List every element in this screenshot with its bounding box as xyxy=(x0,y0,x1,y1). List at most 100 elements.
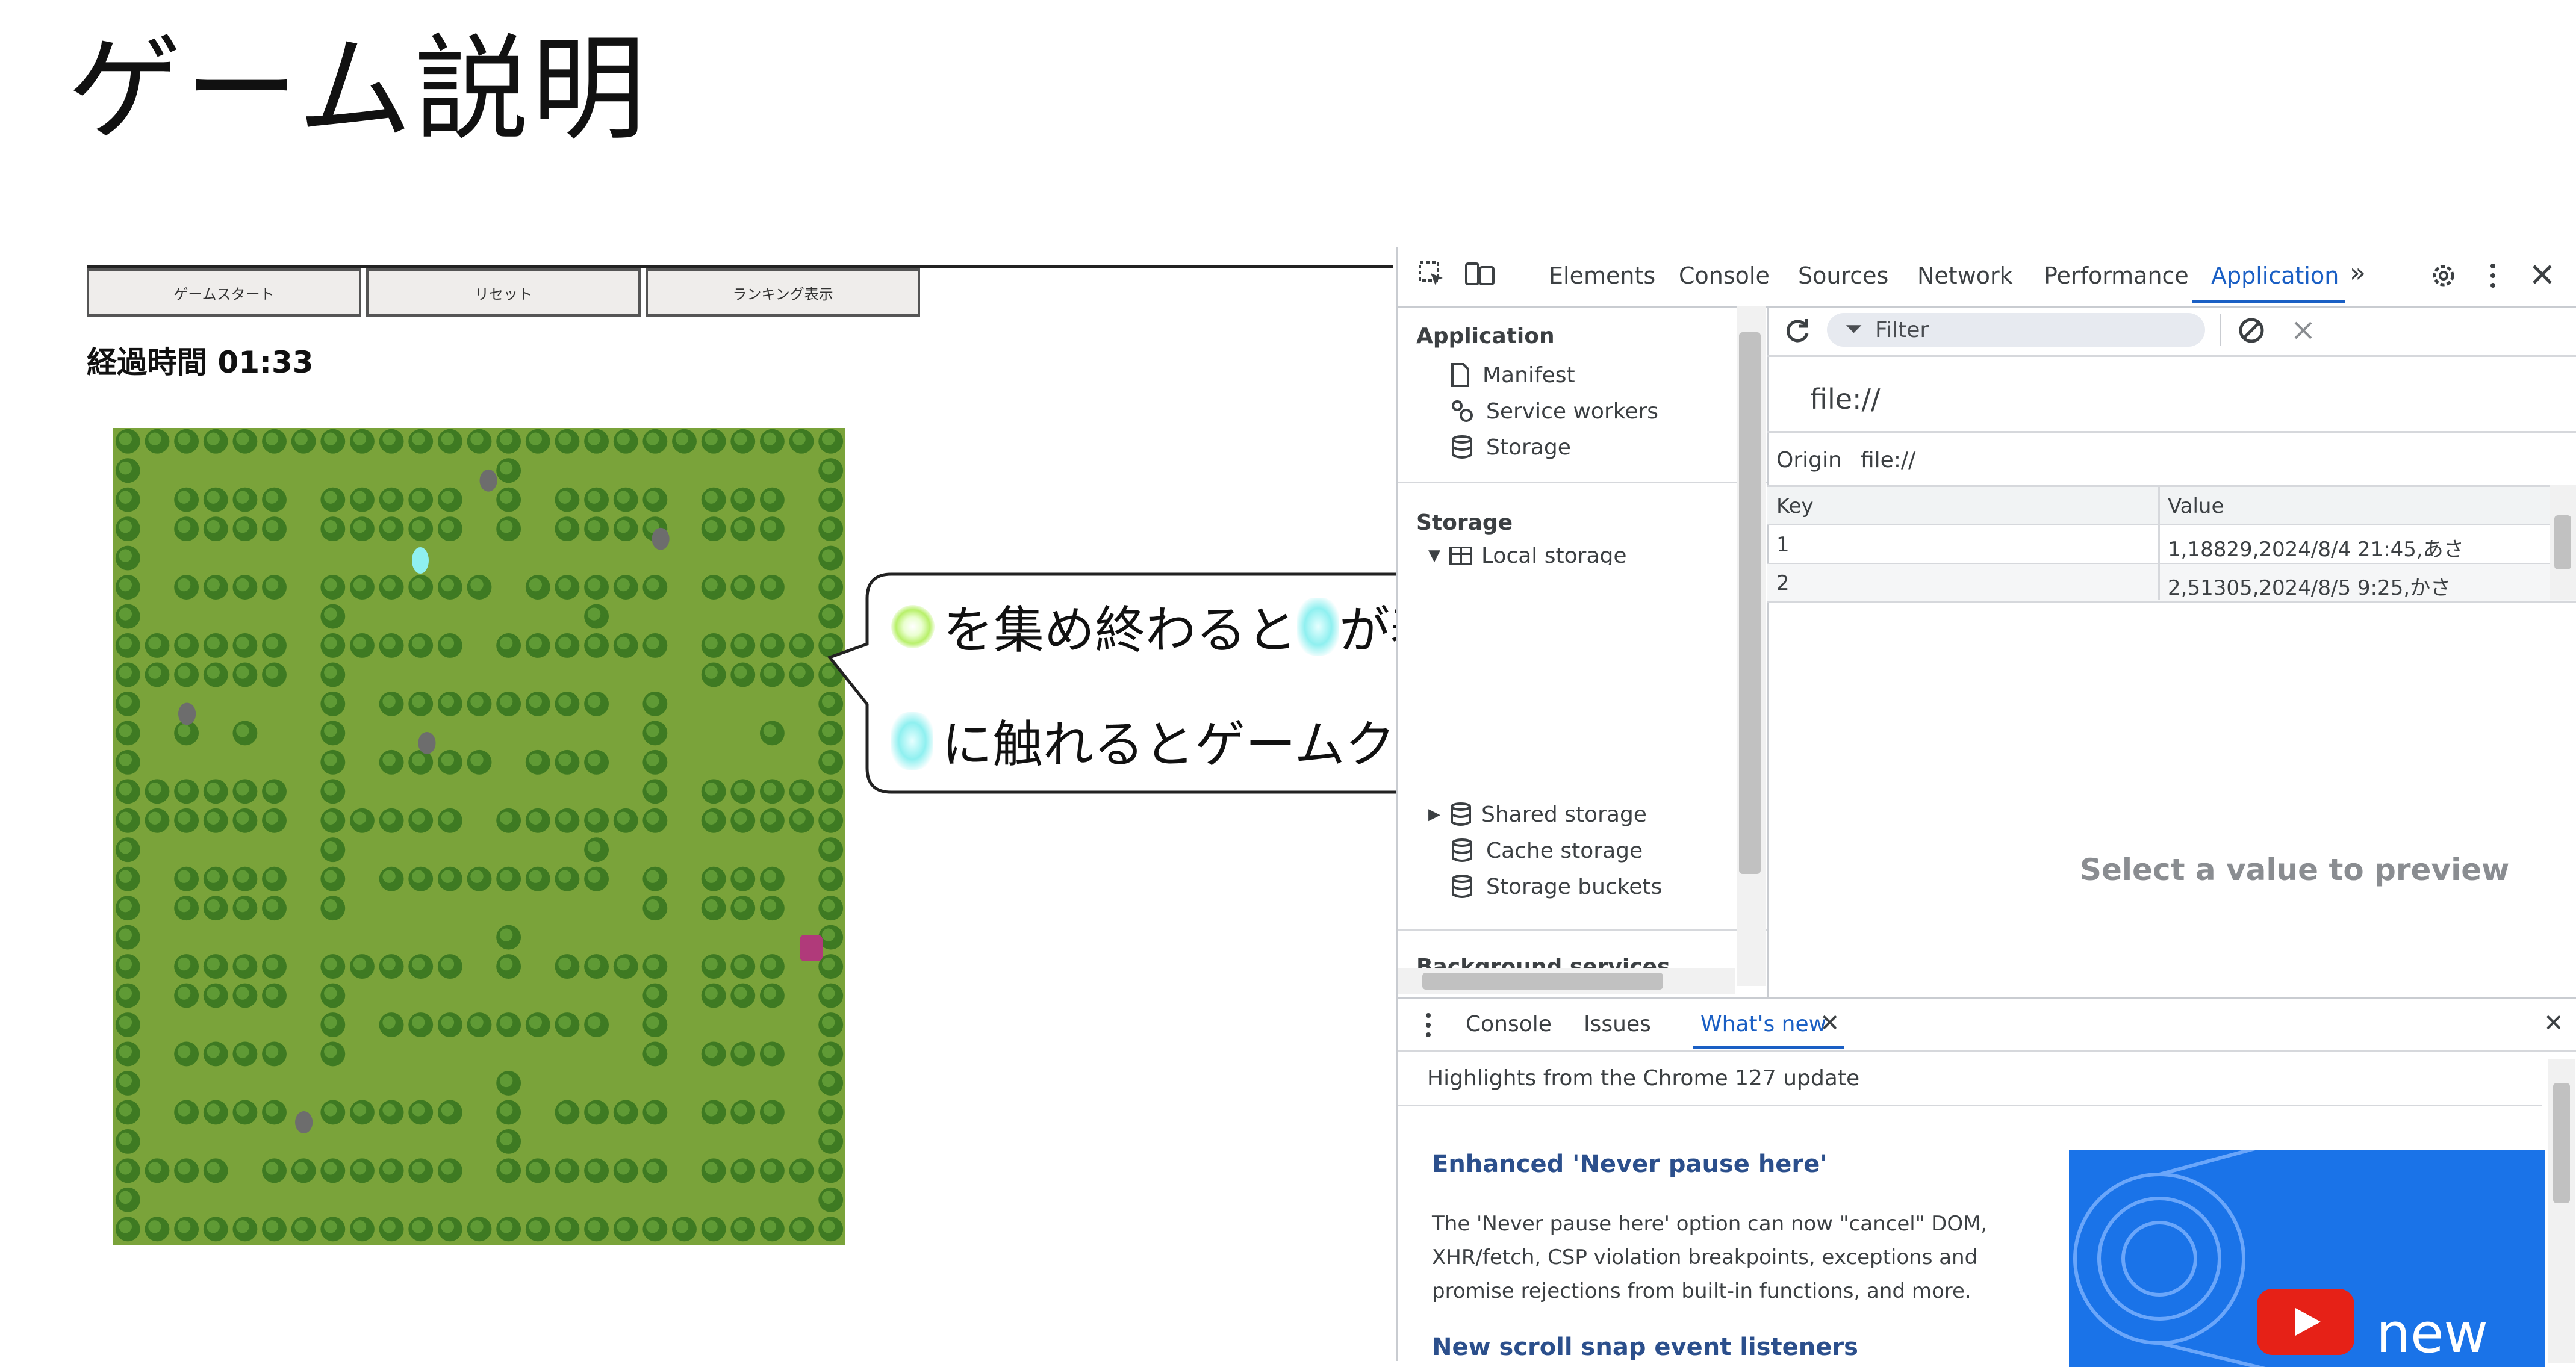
column-header-value[interactable]: Value xyxy=(2168,494,2224,518)
tree-tile xyxy=(145,808,170,833)
tree-tile xyxy=(262,429,287,454)
drawer-scrollbar[interactable] xyxy=(2548,1059,2575,1363)
sidebar-item-local-storage[interactable]: ▼ Local storage xyxy=(1428,547,1627,565)
key-value-table[interactable]: Key Value 1 1,18829,2024/8/4 21:45,あさ 2 … xyxy=(1767,485,2576,603)
refresh-icon[interactable] xyxy=(1784,317,1811,344)
sidebar-heading-storage: Storage xyxy=(1416,510,1513,535)
tab-elements[interactable]: Elements xyxy=(1549,262,1655,289)
tab-sources[interactable]: Sources xyxy=(1798,262,1888,289)
sidebar-item-service-workers[interactable]: Service workers xyxy=(1450,398,1658,424)
drawer-menu-icon[interactable] xyxy=(1422,1011,1434,1040)
filter-input[interactable]: ⏷ Filter xyxy=(1827,313,2205,347)
kebab-menu-icon[interactable] xyxy=(2487,261,2499,290)
tree-tile xyxy=(642,808,668,833)
expand-arrow-icon[interactable]: ▼ xyxy=(1428,547,1440,565)
tree-tile xyxy=(115,1129,140,1154)
expand-arrow-icon[interactable]: ▶ xyxy=(1428,805,1440,823)
sidebar-item-cache-storage[interactable]: Cache storage xyxy=(1450,838,1643,863)
tree-tile xyxy=(262,1041,287,1067)
settings-gear-icon[interactable] xyxy=(2429,261,2458,290)
tree-tile xyxy=(350,954,375,979)
tree-tile xyxy=(789,1217,814,1242)
delete-selected-icon[interactable] xyxy=(2292,319,2315,342)
column-header-key[interactable]: Key xyxy=(1776,494,1814,518)
tree-tile xyxy=(203,1041,228,1067)
promo-new-label: new xyxy=(2376,1302,2489,1365)
tree-tile xyxy=(203,808,228,833)
close-drawer-icon[interactable]: ✕ xyxy=(2543,1009,2564,1037)
cyan-crystal-icon xyxy=(891,711,933,770)
tree-tile xyxy=(642,1012,668,1037)
drawer-tab-whats-new[interactable]: What's new xyxy=(1700,1012,1826,1037)
tree-tile xyxy=(730,633,756,658)
close-devtools-icon[interactable] xyxy=(2530,262,2554,287)
tree-tile xyxy=(350,808,375,833)
ranking-button[interactable]: ランキング表示 xyxy=(646,268,920,317)
tree-tile xyxy=(555,575,580,600)
tree-tile xyxy=(555,954,580,979)
tree-tile xyxy=(759,866,785,891)
devtools-drawer: Console Issues What's new ✕ ✕ Highlights… xyxy=(1398,997,2576,1367)
tree-tile xyxy=(759,575,785,600)
tree-tile xyxy=(408,1012,434,1037)
tree-tile xyxy=(350,1100,375,1125)
tree-tile xyxy=(613,954,638,979)
application-sidebar: Application Manifest Service workers Sto… xyxy=(1398,306,1769,997)
inspect-element-icon[interactable] xyxy=(1417,260,1446,289)
column-divider xyxy=(2158,485,2160,600)
scroll-thumb[interactable] xyxy=(2553,1083,2570,1203)
tab-performance[interactable]: Performance xyxy=(2044,262,2189,289)
more-tabs-icon[interactable]: » xyxy=(2350,258,2366,288)
reset-button[interactable]: リセット xyxy=(366,268,641,317)
tree-tile xyxy=(555,487,580,512)
close-tab-icon[interactable]: ✕ xyxy=(1820,1009,1840,1037)
game-maze[interactable] xyxy=(113,428,845,1245)
drawer-tab-console[interactable]: Console xyxy=(1466,1012,1552,1037)
tree-tile xyxy=(379,808,404,833)
tree-tile xyxy=(115,604,140,629)
device-toolbar-icon[interactable] xyxy=(1464,260,1496,289)
tree-tile xyxy=(320,896,346,921)
tree-tile xyxy=(408,1217,434,1242)
tab-application[interactable]: Application xyxy=(2211,262,2339,289)
tree-tile xyxy=(379,749,404,775)
highlights-caption: Highlights from the Chrome 127 update xyxy=(1427,1066,1860,1091)
sidebar-vertical-scrollbar[interactable] xyxy=(1737,306,1766,986)
tree-tile xyxy=(642,1158,668,1183)
whats-new-promo-image[interactable]: new xyxy=(2069,1150,2545,1367)
table-scrollbar[interactable] xyxy=(2550,485,2576,600)
tree-tile xyxy=(818,1129,844,1154)
sidebar-item-storage[interactable]: Storage xyxy=(1450,435,1571,460)
tree-tile xyxy=(437,1217,462,1242)
game-start-button[interactable]: ゲームスタート xyxy=(87,268,361,317)
table-row[interactable]: 1 1,18829,2024/8/4 21:45,あさ xyxy=(1767,525,2576,564)
tree-tile xyxy=(759,954,785,979)
clear-all-icon[interactable] xyxy=(2238,317,2265,344)
scroll-thumb[interactable] xyxy=(1739,332,1761,874)
tab-network[interactable]: Network xyxy=(1917,262,2013,289)
sidebar-item-manifest[interactable]: Manifest xyxy=(1450,362,1575,388)
tree-tile xyxy=(789,633,814,658)
tree-tile xyxy=(115,779,140,804)
player-character-icon xyxy=(800,935,823,961)
sidebar-heading-background-services: Background services xyxy=(1416,955,1670,968)
tab-console[interactable]: Console xyxy=(1679,262,1770,289)
drawer-tab-issues[interactable]: Issues xyxy=(1584,1012,1651,1037)
ghost-enemy-icon xyxy=(479,469,497,492)
tree-tile xyxy=(320,691,346,716)
sidebar-item-shared-storage[interactable]: ▶ Shared storage xyxy=(1428,802,1647,827)
tree-tile xyxy=(642,954,668,979)
tree-tile xyxy=(320,808,346,833)
tree-tile xyxy=(467,1217,492,1242)
article-title[interactable]: Enhanced 'Never pause here' xyxy=(1432,1150,1828,1178)
scroll-thumb[interactable] xyxy=(2554,515,2571,569)
table-row[interactable]: 2 2,51305,2024/8/5 9:25,かさ xyxy=(1767,564,2576,603)
tree-tile xyxy=(496,487,521,512)
sidebar-horizontal-scrollbar[interactable] xyxy=(1398,968,1735,994)
active-tab-indicator xyxy=(1693,1046,1844,1049)
tree-tile xyxy=(525,1158,550,1183)
tree-tile xyxy=(642,487,668,512)
sidebar-item-storage-buckets[interactable]: Storage buckets xyxy=(1450,874,1662,899)
scroll-thumb[interactable] xyxy=(1422,973,1663,990)
article-title[interactable]: New scroll snap event listeners xyxy=(1432,1333,1858,1361)
